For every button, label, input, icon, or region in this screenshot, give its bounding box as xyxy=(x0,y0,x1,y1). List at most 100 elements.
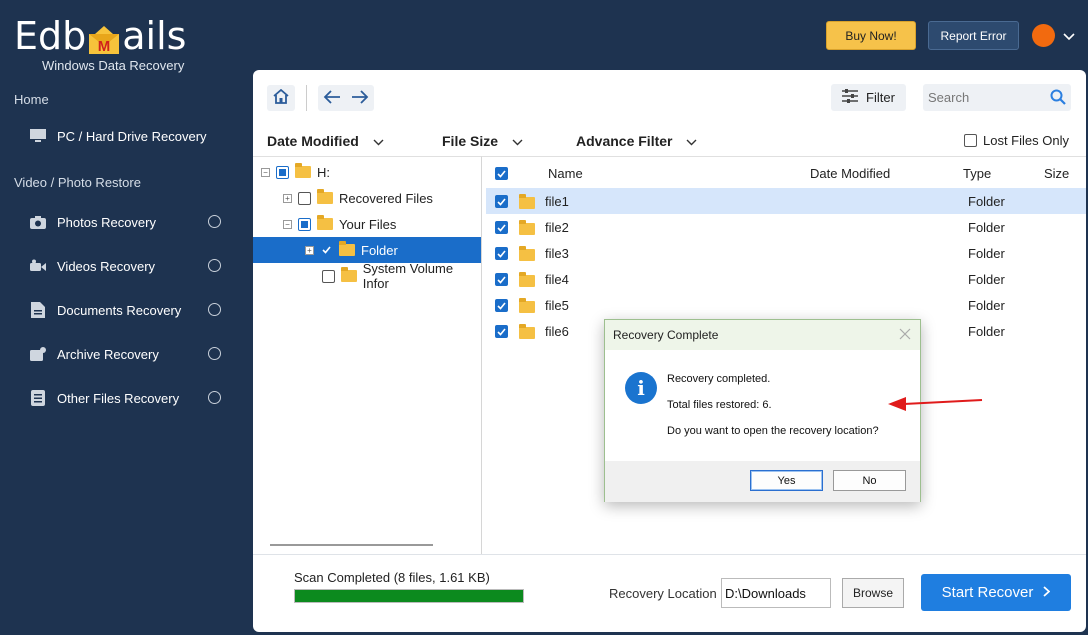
start-recover-label: Start Recover xyxy=(941,584,1034,601)
sidebar-item-archive[interactable]: Archive Recovery xyxy=(30,342,230,366)
sidebar-item-videos[interactable]: Videos Recovery xyxy=(30,254,230,278)
sidebar-item-photos[interactable]: Photos Recovery xyxy=(30,210,230,234)
avatar[interactable] xyxy=(1032,24,1055,47)
table-row[interactable]: file2 Folder xyxy=(486,214,1086,240)
folder-icon xyxy=(295,163,311,178)
tree-checkbox[interactable] xyxy=(320,243,333,257)
table-row[interactable]: file4 Folder xyxy=(486,266,1086,292)
row-checkbox[interactable] xyxy=(495,273,508,286)
logo-emblem-letter: M xyxy=(98,38,111,55)
camera-icon xyxy=(30,214,46,230)
row-checkbox[interactable] xyxy=(495,221,508,234)
row-name: file3 xyxy=(545,246,569,261)
dialog-line-1: Recovery completed. xyxy=(667,373,771,385)
yes-button[interactable]: Yes xyxy=(750,470,823,491)
archive-icon xyxy=(30,346,46,362)
home-icon xyxy=(273,88,289,107)
folder-icon xyxy=(341,267,357,282)
status-bar: Scan Completed (8 files, 1.61 KB) Recove… xyxy=(253,554,1086,632)
search-icon[interactable] xyxy=(1050,89,1066,108)
logo-text-right: ails xyxy=(122,14,187,58)
expand-icon[interactable]: + xyxy=(283,193,292,203)
sidebar-item-label: Photos Recovery xyxy=(57,214,156,230)
start-recover-button[interactable]: Start Recover xyxy=(921,574,1071,611)
date-modified-filter[interactable]: Date Modified xyxy=(267,130,384,152)
chevron-right-icon xyxy=(1043,584,1051,601)
advance-filter[interactable]: Advance Filter xyxy=(576,130,697,152)
sidebar-radio[interactable] xyxy=(208,347,221,360)
collapse-icon[interactable]: − xyxy=(283,219,292,229)
select-all-checkbox[interactable] xyxy=(495,167,508,180)
filter-button[interactable]: Filter xyxy=(831,84,906,111)
expand-icon[interactable]: + xyxy=(305,245,314,255)
sidebar-item-label: Documents Recovery xyxy=(57,302,182,318)
sidebar-item-other-files[interactable]: Other Files Recovery xyxy=(30,386,230,410)
column-header-size[interactable]: Size xyxy=(1044,166,1069,181)
search-input[interactable] xyxy=(928,90,1046,105)
row-checkbox[interactable] xyxy=(495,195,508,208)
video-camera-icon xyxy=(30,258,46,274)
row-checkbox[interactable] xyxy=(495,247,508,260)
sidebar-item-label: Archive Recovery xyxy=(57,346,159,362)
report-error-button[interactable]: Report Error xyxy=(928,21,1019,50)
sidebar-radio[interactable] xyxy=(208,215,221,228)
tree-node-label: Recovered Files xyxy=(339,190,433,206)
recovery-complete-dialog: Recovery Complete i Recovery completed. … xyxy=(604,319,921,502)
column-header-date-modified[interactable]: Date Modified xyxy=(810,166,890,181)
row-name: file2 xyxy=(545,220,569,235)
forward-arrow-icon[interactable] xyxy=(351,89,369,107)
scan-progress-bar xyxy=(294,589,524,603)
tree-node-root[interactable]: − H: xyxy=(261,159,330,185)
chevron-down-icon[interactable] xyxy=(1063,29,1075,44)
no-button[interactable]: No xyxy=(833,470,906,491)
back-arrow-icon[interactable] xyxy=(323,89,341,107)
row-name: file6 xyxy=(545,324,569,339)
table-row[interactable]: file1 Folder xyxy=(486,188,1086,214)
file-size-filter[interactable]: File Size xyxy=(442,130,523,152)
browse-button[interactable]: Browse xyxy=(842,578,904,608)
document-icon xyxy=(30,302,46,318)
tree-node-label: Your Files xyxy=(339,216,397,232)
sidebar-section-home[interactable]: Home xyxy=(14,92,49,107)
close-icon[interactable] xyxy=(898,327,912,341)
collapse-icon[interactable]: − xyxy=(261,167,270,177)
tree-node-your-files[interactable]: − Your Files xyxy=(283,211,396,237)
tree-horizontal-scrollbar[interactable] xyxy=(270,544,433,546)
tree-checkbox[interactable] xyxy=(298,191,311,205)
sidebar-radio[interactable] xyxy=(208,259,221,272)
table-row[interactable]: file3 Folder xyxy=(486,240,1086,266)
scan-status-text: Scan Completed (8 files, 1.61 KB) xyxy=(294,570,490,585)
buy-now-button[interactable]: Buy Now! xyxy=(826,21,916,50)
nav-buttons xyxy=(318,85,374,111)
sidebar-radio[interactable] xyxy=(208,391,221,404)
home-button[interactable] xyxy=(267,85,295,111)
table-row[interactable]: file5 Folder xyxy=(486,292,1086,318)
column-header-type[interactable]: Type xyxy=(963,166,991,181)
row-checkbox[interactable] xyxy=(495,299,508,312)
tree-checkbox[interactable] xyxy=(298,217,311,231)
list-icon xyxy=(30,390,46,406)
folder-icon xyxy=(339,241,355,256)
chevron-down-icon xyxy=(373,133,384,149)
tree-node-label: System Volume Infor xyxy=(362,261,454,291)
row-type: Folder xyxy=(968,220,1005,235)
row-checkbox[interactable] xyxy=(495,325,508,338)
column-header-name[interactable]: Name xyxy=(548,166,583,181)
chevron-down-icon xyxy=(512,133,523,149)
sidebar-item-pc-hard-drive[interactable]: PC / Hard Drive Recovery xyxy=(30,124,230,148)
sidebar-item-documents[interactable]: Documents Recovery xyxy=(30,298,230,322)
tree-checkbox[interactable] xyxy=(322,269,335,283)
recovery-location-input[interactable] xyxy=(721,578,831,608)
tree-checkbox[interactable] xyxy=(276,165,289,179)
tree-node-system-volume[interactable]: System Volume Infor xyxy=(322,261,481,291)
progress-fill xyxy=(295,590,523,602)
search-box[interactable] xyxy=(923,84,1071,111)
lost-files-checkbox[interactable] xyxy=(964,134,977,147)
sidebar-radio[interactable] xyxy=(208,303,221,316)
dialog-line-2: Total files restored: 6. xyxy=(667,399,772,411)
row-name: file4 xyxy=(545,272,569,287)
lost-files-only-toggle[interactable]: Lost Files Only xyxy=(964,133,1069,148)
tree-node-recovered-files[interactable]: + Recovered Files xyxy=(283,185,433,211)
tree-node-folder[interactable]: + Folder xyxy=(253,237,481,263)
dialog-title: Recovery Complete xyxy=(605,320,920,350)
